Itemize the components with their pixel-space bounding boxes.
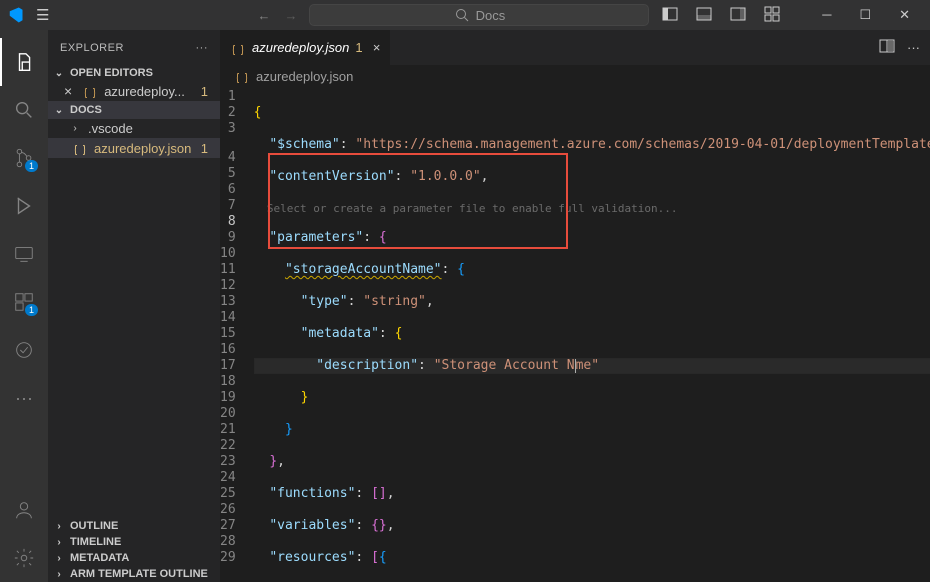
hamburger-menu-icon[interactable]: ☰ — [28, 2, 57, 28]
folder-name: .vscode — [88, 121, 133, 136]
close-editor-button[interactable]: × — [64, 83, 72, 99]
chevron-right-icon: › — [68, 123, 82, 134]
tab-filename: azuredeploy.json — [252, 40, 349, 55]
activity-source-control[interactable]: 1 — [0, 134, 48, 182]
close-button[interactable]: ✕ — [885, 1, 924, 29]
timeline-section[interactable]: ›TIMELINE — [48, 534, 220, 550]
json-file-icon — [234, 68, 250, 84]
editor-more-button[interactable]: ··· — [907, 40, 920, 55]
activity-explorer[interactable] — [0, 38, 48, 86]
open-editors-section[interactable]: ⌄OPEN EDITORS — [48, 65, 220, 81]
chevron-right-icon: › — [52, 537, 66, 548]
explorer-sidebar: EXPLORER ··· ⌄OPEN EDITORS × azuredeploy… — [48, 30, 220, 582]
modified-badge: 1 — [201, 84, 216, 99]
workspace-section[interactable]: ⌄DOCS — [48, 101, 220, 119]
search-icon — [454, 7, 470, 23]
search-placeholder: Docs — [476, 8, 506, 23]
json-file-icon — [230, 40, 246, 56]
code-content[interactable]: { "$schema": "https://schema.management.… — [254, 87, 930, 582]
activity-testing[interactable] — [0, 326, 48, 374]
breadcrumbs[interactable]: azuredeploy.json — [220, 65, 930, 87]
outline-section[interactable]: ›OUTLINE — [48, 518, 220, 534]
activitybar: 1 1 ··· — [0, 30, 48, 582]
activity-accounts[interactable] — [0, 486, 48, 534]
activity-remote[interactable] — [0, 230, 48, 278]
command-center-search[interactable]: Docs — [309, 4, 649, 26]
chevron-right-icon: › — [52, 553, 66, 564]
line-number-gutter: 1234567891011121314151617181920212223242… — [220, 87, 254, 582]
layout-controls — [654, 2, 788, 29]
chevron-right-icon: › — [52, 569, 66, 580]
tab-modified-badge: 1 — [355, 40, 362, 55]
activity-run-debug[interactable] — [0, 182, 48, 230]
split-editor-icon[interactable] — [879, 38, 895, 57]
ext-badge: 1 — [25, 304, 38, 316]
chevron-right-icon: › — [52, 521, 66, 532]
chevron-down-icon: ⌄ — [52, 105, 66, 116]
activity-settings[interactable] — [0, 534, 48, 582]
explorer-title: EXPLORER — [60, 42, 124, 54]
breadcrumb-file: azuredeploy.json — [256, 69, 353, 84]
scm-badge: 1 — [25, 160, 38, 172]
titlebar: ☰ ← → Docs ─ ☐ ✕ — [0, 0, 930, 30]
json-file-icon — [82, 83, 98, 99]
toggle-panel-icon[interactable] — [688, 2, 720, 29]
file-azuredeploy[interactable]: azuredeploy.json 1 — [48, 138, 220, 158]
minimize-button[interactable]: ─ — [808, 1, 845, 29]
codelens-hint[interactable]: Select or create a parameter file to ena… — [267, 202, 678, 215]
folder-vscode[interactable]: › .vscode — [48, 119, 220, 138]
tabs-bar: azuredeploy.json 1 × ··· — [220, 30, 930, 65]
open-editor-item[interactable]: × azuredeploy... 1 — [48, 81, 220, 101]
tab-azuredeploy[interactable]: azuredeploy.json 1 × — [220, 30, 391, 65]
maximize-button[interactable]: ☐ — [845, 1, 885, 29]
metadata-section[interactable]: ›METADATA — [48, 550, 220, 566]
open-editor-filename: azuredeploy... — [104, 84, 195, 99]
tab-close-button[interactable]: × — [373, 40, 381, 55]
explorer-more-button[interactable]: ··· — [196, 42, 209, 54]
arm-template-outline-section[interactable]: ›ARM TEMPLATE OUTLINE — [48, 566, 220, 582]
activity-more[interactable]: ··· — [0, 374, 48, 422]
toggle-primary-sidebar-icon[interactable] — [654, 2, 686, 29]
nav-back-button[interactable]: ← — [257, 8, 270, 23]
json-file-icon — [72, 140, 88, 156]
code-editor[interactable]: 1234567891011121314151617181920212223242… — [220, 87, 930, 582]
customize-layout-icon[interactable] — [756, 2, 788, 29]
activity-extensions[interactable]: 1 — [0, 278, 48, 326]
file-name: azuredeploy.json — [94, 141, 191, 156]
toggle-secondary-sidebar-icon[interactable] — [722, 2, 754, 29]
activity-search[interactable] — [0, 86, 48, 134]
modified-badge: 1 — [201, 141, 216, 156]
vscode-logo-icon — [6, 6, 24, 24]
nav-forward-button[interactable]: → — [284, 8, 297, 23]
chevron-down-icon: ⌄ — [52, 68, 66, 79]
editor-area: azuredeploy.json 1 × ··· azuredeploy.jso… — [220, 30, 930, 582]
